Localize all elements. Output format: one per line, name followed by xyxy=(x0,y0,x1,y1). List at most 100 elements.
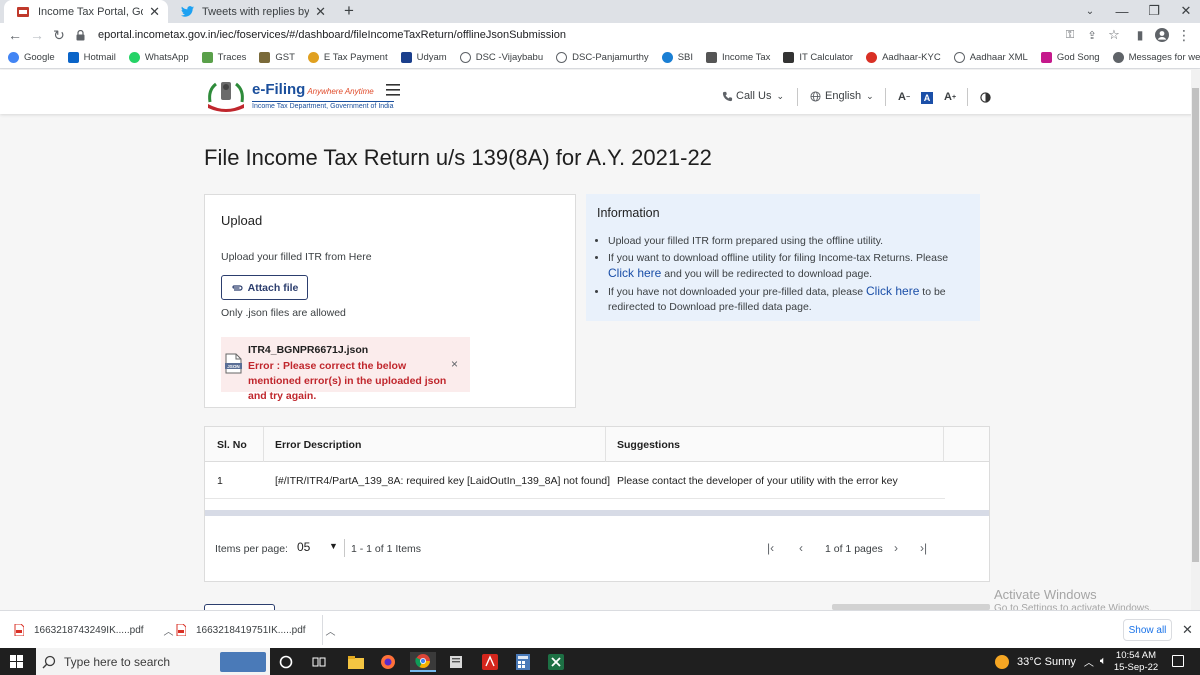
header-divider xyxy=(967,88,968,106)
previous-page-icon[interactable]: ‹ xyxy=(799,541,803,555)
download-item[interactable]: 1663218419751IK.....pdf ︿ xyxy=(176,611,336,649)
bookmark-star-icon[interactable]: ☆ xyxy=(1104,25,1124,45)
table-horizontal-scrollbar[interactable] xyxy=(205,510,989,516)
logo-tagline: Anywhere Anytime xyxy=(307,87,374,96)
decrease-font-icon[interactable]: A − xyxy=(898,91,910,103)
first-page-icon[interactable]: |‹ xyxy=(767,541,774,555)
messages-icon xyxy=(1112,52,1124,63)
close-shelf-icon[interactable]: ✕ xyxy=(1182,622,1193,638)
bookmark-traces[interactable]: Traces xyxy=(201,52,246,63)
reader-app-icon[interactable] xyxy=(446,652,466,672)
bookmark-gst[interactable]: GST xyxy=(259,52,295,63)
reload-icon[interactable]: ↻ xyxy=(49,25,69,45)
chevron-up-icon[interactable]: ︿ xyxy=(326,623,336,638)
menu-kebab-icon[interactable]: ⋮ xyxy=(1174,25,1194,45)
page-info: 1 of 1 pages xyxy=(825,543,883,555)
bookmark-income-tax[interactable]: Income Tax xyxy=(706,52,770,63)
scrollbar-thumb[interactable] xyxy=(1192,88,1199,562)
page-vertical-scrollbar[interactable] xyxy=(1191,70,1200,610)
bookmark-google[interactable]: Google xyxy=(8,52,55,63)
uploaded-file-name: ITR4_BGNPR6671J.json xyxy=(248,344,369,356)
tab-twitter[interactable]: Tweets with replies by Income Ta ✕ xyxy=(168,0,334,23)
chevron-up-icon[interactable]: ︿ xyxy=(1084,654,1094,669)
close-window-icon[interactable]: ✕ xyxy=(1172,1,1200,21)
errors-table-card: Sl. No Error Description Suggestions 1 [… xyxy=(204,426,990,582)
prefilled-data-link[interactable]: Click here xyxy=(866,284,919,298)
search-highlight-icon xyxy=(220,651,266,672)
maximize-icon[interactable]: ❐ xyxy=(1140,1,1168,21)
remove-file-close-icon[interactable]: × xyxy=(451,357,458,371)
windows-start-icon[interactable] xyxy=(10,655,23,668)
bookmarks-bar: Google Hotmail WhatsApp Traces GST E Tax… xyxy=(0,47,1200,69)
bookmark-dsc-vijaybabu[interactable]: DSC -Vijaybabu xyxy=(459,52,543,63)
info-item-text: Upload your filled ITR form prepared usi… xyxy=(608,235,884,247)
side-panel-icon[interactable]: ▮ xyxy=(1130,25,1150,45)
back-icon[interactable]: ← xyxy=(5,25,25,45)
bookmark-udyam[interactable]: Udyam xyxy=(400,52,447,63)
next-page-icon[interactable]: › xyxy=(894,541,898,555)
calculator-icon xyxy=(783,52,795,63)
increase-font-icon[interactable]: A + xyxy=(944,91,956,103)
file-explorer-icon[interactable] xyxy=(346,652,366,672)
hamburger-menu-icon[interactable] xyxy=(386,84,402,96)
info-item-text: and you will be redirected to download p… xyxy=(661,268,873,280)
bookmark-label: E Tax Payment xyxy=(323,52,388,63)
language-dropdown[interactable]: English ⌄ xyxy=(810,90,874,102)
close-tab-icon[interactable]: ✕ xyxy=(315,4,326,20)
share-icon[interactable]: ⇪ xyxy=(1082,25,1102,45)
tab-search-chevron-icon[interactable]: ⌄ xyxy=(1076,1,1104,21)
items-per-page-select[interactable]: 05 xyxy=(297,540,310,554)
bookmark-hotmail[interactable]: Hotmail xyxy=(67,52,116,63)
bookmark-whatsapp[interactable]: WhatsApp xyxy=(128,52,189,63)
attach-file-button[interactable]: Attach file xyxy=(221,275,308,300)
information-heading: Information xyxy=(597,206,660,220)
globe-icon xyxy=(459,52,471,63)
download-utility-link[interactable]: Click here xyxy=(608,266,661,280)
logo-title-text: e-Filing xyxy=(252,81,306,98)
bookmark-god-song[interactable]: God Song xyxy=(1040,52,1100,63)
last-page-icon[interactable]: ›| xyxy=(920,541,927,555)
volume-icon[interactable]: 🔈︎ xyxy=(1100,655,1107,668)
upload-error-box: JSON ITR4_BGNPR6671J.json Error : Please… xyxy=(221,337,470,402)
sun-weather-icon[interactable] xyxy=(995,654,1009,669)
forward-icon[interactable]: → xyxy=(27,25,47,45)
default-font-icon[interactable]: A xyxy=(921,92,933,104)
caret-down-icon[interactable]: ▼ xyxy=(329,541,338,551)
header-sl-no: Sl. No xyxy=(217,439,247,451)
bookmark-it-calculator[interactable]: IT Calculator xyxy=(783,52,853,63)
weather-text[interactable]: 33°C Sunny xyxy=(1017,656,1076,668)
acrobat-icon[interactable] xyxy=(480,652,500,672)
excel-icon[interactable] xyxy=(546,652,566,672)
notifications-icon[interactable] xyxy=(1172,655,1184,667)
bookmark-label: Aadhaar XML xyxy=(969,52,1028,63)
bookmark-aadhaar-xml[interactable]: Aadhaar XML xyxy=(953,52,1028,63)
cell-sl-no: 1 xyxy=(217,475,223,487)
minimize-icon[interactable]: — xyxy=(1108,1,1136,21)
tab-income-tax-portal[interactable]: Income Tax Portal, Government o ✕ xyxy=(4,0,168,23)
profile-icon[interactable] xyxy=(1152,25,1172,45)
chevron-up-icon[interactable]: ︿ xyxy=(164,623,174,638)
key-icon[interactable]: ⚿ xyxy=(1060,25,1080,45)
call-us-dropdown[interactable]: Call Us ⌄ xyxy=(722,90,784,102)
new-tab-icon[interactable]: + xyxy=(344,1,354,21)
show-all-button[interactable]: Show all xyxy=(1123,619,1172,641)
download-item[interactable]: 1663218743249IK.....pdf ︿ xyxy=(14,611,174,649)
address-bar[interactable]: eportal.incometax.gov.in/iec/foservices/… xyxy=(76,25,1106,45)
bookmark-e-tax-payment[interactable]: E Tax Payment xyxy=(307,52,388,63)
bookmark-dsc-panjamurthy[interactable]: DSC-Panjamurthy xyxy=(556,52,649,63)
bookmark-sbi[interactable]: SBI xyxy=(661,52,693,63)
close-tab-icon[interactable]: ✕ xyxy=(149,4,160,20)
bookmark-aadhaar-kyc[interactable]: Aadhaar-KYC xyxy=(866,52,941,63)
cortana-icon[interactable] xyxy=(276,652,296,672)
contrast-icon[interactable] xyxy=(980,92,991,103)
taskbar-clock[interactable]: 10:54 AM 15-Sep-22 xyxy=(1108,650,1164,674)
firefox-icon[interactable] xyxy=(378,652,398,672)
efiling-logo[interactable]: e-Filing Anywhere Anytime Income Tax Depa… xyxy=(204,78,394,112)
traces-icon xyxy=(201,52,213,63)
taskbar-search-box[interactable]: Type here to search xyxy=(36,648,270,675)
search-icon xyxy=(42,655,56,668)
chrome-icon[interactable] xyxy=(410,652,436,672)
bookmark-messages[interactable]: Messages for web xyxy=(1112,52,1200,63)
calculator-app-icon[interactable] xyxy=(513,652,533,672)
task-view-icon[interactable] xyxy=(309,652,329,672)
